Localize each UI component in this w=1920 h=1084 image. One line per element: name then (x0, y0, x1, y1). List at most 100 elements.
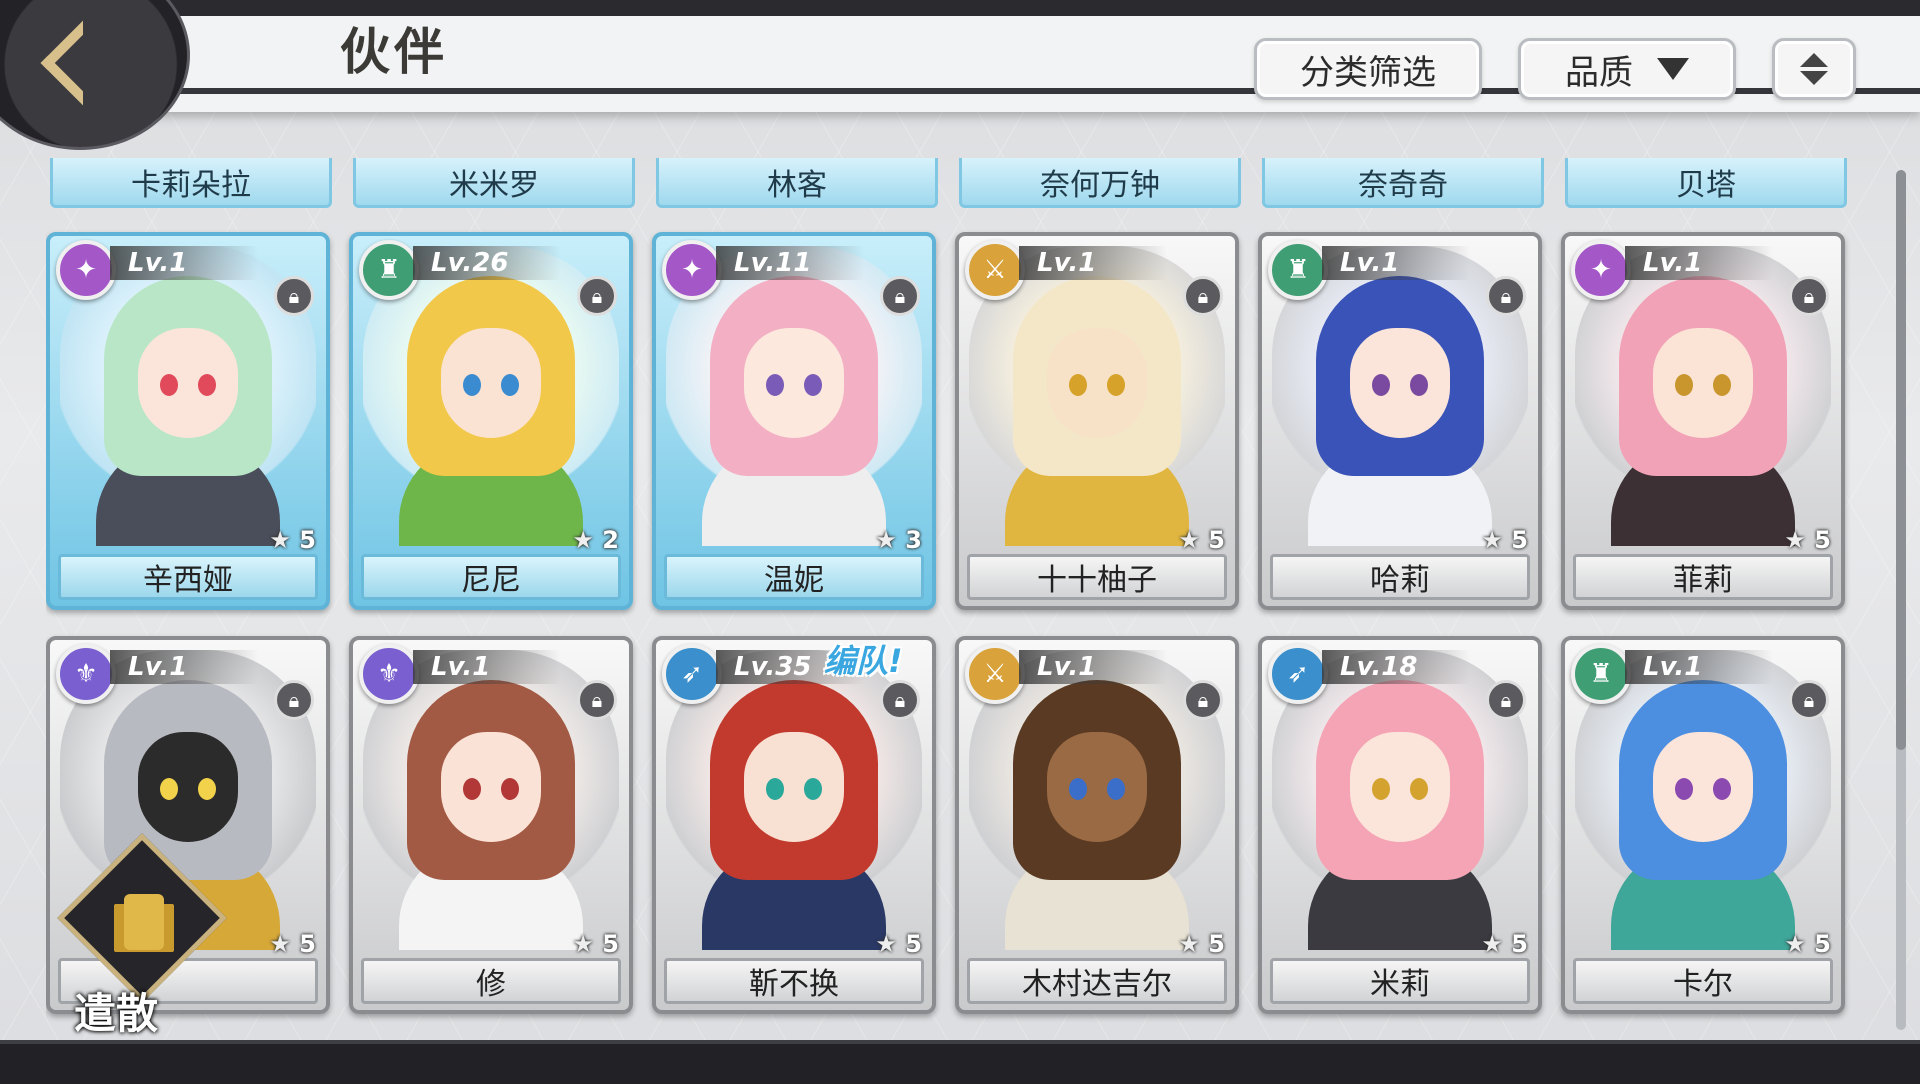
star-icon: ★ (269, 930, 300, 958)
partner-card[interactable]: ♜ Lv.1 🔒︎ ★ 5 卡尔 (1561, 636, 1845, 1014)
star-rating: ★ 5 (1784, 930, 1831, 958)
strip-name[interactable]: 米米罗 (353, 158, 635, 208)
quality-sort-label: 品质 (1565, 52, 1633, 93)
lock-icon[interactable]: 🔒︎ (1183, 680, 1223, 720)
archer-class-icon: ➶ (1268, 644, 1328, 704)
partner-card[interactable]: ✦ Lv.1 🔒︎ ★ 5 辛西娅 (46, 232, 330, 610)
star-rating: ★ 5 (875, 930, 922, 958)
star-count: 5 (602, 930, 619, 958)
sort-down-icon (1800, 71, 1828, 85)
star-count: 5 (299, 526, 316, 554)
star-rating: ★ 5 (269, 526, 316, 554)
level-label: Lv.26 (413, 246, 561, 280)
strip-name[interactable]: 奈何万钟 (959, 158, 1241, 208)
star-rating: ★ 5 (1784, 526, 1831, 554)
partner-name: 靳不换 (664, 958, 924, 1004)
level-label: Lv.1 (110, 650, 258, 684)
partner-name: 米莉 (1270, 958, 1530, 1004)
strip-name[interactable]: 贝塔 (1565, 158, 1847, 208)
tank-class-icon: ⚜ (359, 644, 419, 704)
partner-card[interactable]: ♜ Lv.26 🔒︎ ★ 2 尼尼 (349, 232, 633, 610)
back-arrow-icon (40, 20, 126, 106)
star-count: 2 (602, 526, 619, 554)
star-icon: ★ (1178, 930, 1209, 958)
star-rating: ★ 5 (1178, 526, 1225, 554)
partner-name: 修 (361, 958, 621, 1004)
level-label: Lv.1 (1019, 650, 1167, 684)
partner-card[interactable]: ➶ Lv.35 编队! 🔒︎ ★ 5 靳不换 (652, 636, 936, 1014)
partner-card[interactable]: ⚔ Lv.1 🔒︎ ★ 5 木村达吉尔 (955, 636, 1239, 1014)
star-rating: ★ 3 (875, 526, 922, 554)
star-icon: ★ (1784, 526, 1815, 554)
partner-name: 尼尼 (361, 554, 621, 600)
partner-grid[interactable]: 卡莉朵拉 米米罗 林客 奈何万钟 奈奇奇 贝塔 ✦ Lv.1 🔒︎ ★ 5 辛西娅 ♜ Lv… (46, 158, 1852, 1028)
lock-icon[interactable]: 🔒︎ (1486, 680, 1526, 720)
partner-name: 温妮 (664, 554, 924, 600)
star-icon: ★ (1481, 930, 1512, 958)
partner-name: 辛西娅 (58, 554, 318, 600)
partner-name: 木村达吉尔 (967, 958, 1227, 1004)
lock-icon[interactable]: 🔒︎ (577, 276, 617, 316)
level-label: Lv.1 (1625, 246, 1773, 280)
category-filter-button[interactable]: 分类筛选 (1254, 38, 1482, 100)
star-count: 5 (1511, 930, 1528, 958)
star-icon: ★ (269, 526, 300, 554)
sort-order-button[interactable] (1772, 38, 1856, 100)
strip-name[interactable]: 林客 (656, 158, 938, 208)
top-bar: 伙伴 分类筛选 品质 (0, 0, 1920, 150)
tank-class-icon: ⚜ (56, 644, 116, 704)
lock-icon[interactable]: 🔒︎ (274, 276, 314, 316)
strip-name[interactable]: 卡莉朵拉 (50, 158, 332, 208)
star-count: 5 (1511, 526, 1528, 554)
lock-icon[interactable]: 🔒︎ (1486, 276, 1526, 316)
quality-sort-button[interactable]: 品质 (1518, 38, 1736, 100)
lock-icon[interactable]: 🔒︎ (577, 680, 617, 720)
partner-card[interactable]: ⚔ Lv.1 🔒︎ ★ 5 十十柚子 (955, 232, 1239, 610)
bottom-bar (0, 1040, 1920, 1084)
support-class-icon: ♜ (359, 240, 419, 300)
star-count: 3 (905, 526, 922, 554)
star-rating: ★ 5 (572, 930, 619, 958)
star-icon: ★ (572, 526, 603, 554)
lock-icon[interactable]: 🔒︎ (274, 680, 314, 720)
partner-name: 十十柚子 (967, 554, 1227, 600)
star-rating: ★ 5 (1178, 930, 1225, 958)
level-label: Lv.1 (110, 246, 258, 280)
partner-card[interactable]: ✦ Lv.11 🔒︎ ★ 3 温妮 (652, 232, 936, 610)
star-icon: ★ (572, 930, 603, 958)
partner-card[interactable]: ✦ Lv.1 🔒︎ ★ 5 菲莉 (1561, 232, 1845, 610)
scrollbar-thumb[interactable] (1896, 170, 1906, 750)
partner-card[interactable]: ⚜ Lv.1 🔒︎ ★ 5修 (349, 636, 633, 1014)
strip-name[interactable]: 奈奇奇 (1262, 158, 1544, 208)
partner-name: 菲莉 (1573, 554, 1833, 600)
partner-name: 哈莉 (1270, 554, 1530, 600)
warrior-class-icon: ⚔ (965, 644, 1025, 704)
lock-icon[interactable]: 🔒︎ (1789, 680, 1829, 720)
level-label: Lv.1 (1322, 246, 1470, 280)
level-label: Lv.1 (1019, 246, 1167, 280)
star-count: 5 (1814, 526, 1831, 554)
star-count: 5 (1208, 930, 1225, 958)
level-label: Lv.1 (413, 650, 561, 684)
scrollbar[interactable] (1896, 170, 1906, 1030)
level-label: Lv.11 (716, 246, 864, 280)
lock-icon[interactable]: 🔒︎ (1183, 276, 1223, 316)
partner-card[interactable]: ♜ Lv.1 🔒︎ ★ 5 哈莉 (1258, 232, 1542, 610)
star-icon: ★ (1481, 526, 1512, 554)
star-count: 5 (1208, 526, 1225, 554)
support-class-icon: ♜ (1268, 240, 1328, 300)
lock-icon[interactable]: 🔒︎ (880, 680, 920, 720)
partner-card[interactable]: ➶ Lv.18 🔒︎ ★ 5 米莉 (1258, 636, 1542, 1014)
warrior-class-icon: ⚔ (965, 240, 1025, 300)
lock-icon[interactable]: 🔒︎ (880, 276, 920, 316)
lock-icon[interactable]: 🔒︎ (1789, 276, 1829, 316)
star-count: 5 (1814, 930, 1831, 958)
previous-row-name-strips: 卡莉朵拉 米米罗 林客 奈何万钟 奈奇奇 贝塔 (46, 158, 1852, 208)
star-icon: ★ (1784, 930, 1815, 958)
mage-class-icon: ✦ (1571, 240, 1631, 300)
page-title: 伙伴 (340, 23, 448, 81)
star-count: 5 (299, 930, 316, 958)
partner-name: 卡尔 (1573, 958, 1833, 1004)
dismiss-button[interactable]: 遣散 (57, 833, 240, 1038)
star-icon: ★ (875, 930, 906, 958)
